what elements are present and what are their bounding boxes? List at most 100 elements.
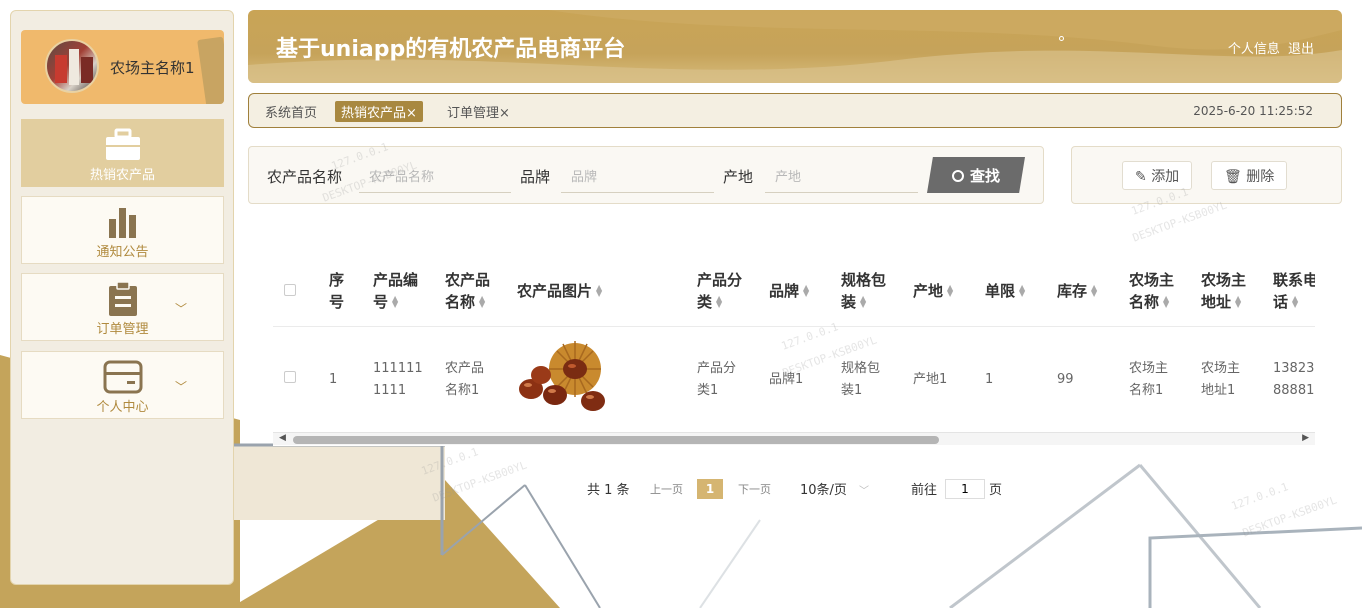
sort-icon[interactable]: ▲ ▼ (1292, 295, 1298, 309)
cell-image (517, 326, 697, 435)
bar-chart-icon (108, 208, 136, 238)
action-panel: ✎ 添加 🗑 删除 (1071, 146, 1342, 204)
sort-icon[interactable]: ▲ ▼ (596, 284, 602, 298)
delete-button[interactable]: 🗑 删除 (1211, 161, 1288, 190)
horizontal-scrollbar[interactable]: ◀ ▶ (273, 432, 1315, 445)
tab-hot-products[interactable]: 热销农产品× (335, 101, 423, 122)
products-table: 序号 产品编号 ▲ ▼ 农产品 名称 ▲ ▼ 农产品图片 ▲ ▼ 产品分类 ▲ ▼ 品牌 ▲ ▼ 规格… (273, 256, 1315, 446)
sort-icon[interactable]: ▲ ▼ (716, 295, 722, 309)
sort-icon[interactable]: ▲ ▼ (1019, 284, 1025, 298)
cell-phone: 13823 88881 (1273, 326, 1315, 435)
tab-orders[interactable]: 订单管理× (447, 102, 510, 121)
sidebar-item-label: 个人中心 (96, 400, 149, 415)
col-index: 序号 (329, 256, 373, 327)
sidebar-item-label: 通知公告 (96, 245, 149, 260)
sort-icon[interactable]: ▲ ▼ (947, 284, 953, 298)
next-page-button[interactable]: 下一页 (738, 481, 771, 497)
sort-icon[interactable]: ▲ ▼ (1163, 295, 1169, 309)
scroll-left-icon[interactable]: ◀ (279, 433, 286, 443)
sort-icon[interactable]: ▲ ▼ (1091, 284, 1097, 298)
select-all-checkbox[interactable] (284, 283, 296, 296)
col-phone[interactable]: 联系电话 ▲ ▼ (1273, 256, 1315, 327)
col-limit[interactable]: 单限 ▲ ▼ (985, 256, 1057, 327)
tab-home[interactable]: 系统首页 (265, 102, 317, 121)
cell-name: 农产品 名称1 (445, 326, 517, 435)
header-dot (1059, 36, 1064, 41)
clipboard-icon (108, 282, 137, 316)
cell-farmer-address: 农场主 地址1 (1201, 326, 1273, 435)
cell-limit: 1 (985, 326, 1057, 435)
sidebar-item-announcements[interactable]: 通知公告 (21, 196, 224, 264)
sidebar: 农场主名称1 热销农产品 通知公告 订单管理 ﹀ 个人中心 ﹀ (10, 10, 234, 585)
logout-link[interactable]: 退出 (1288, 42, 1314, 57)
select-all-cell (273, 256, 329, 327)
col-farmer-address[interactable]: 农场主 地址 ▲ ▼ (1201, 256, 1273, 327)
col-spec[interactable]: 规格包装 ▲ ▼ (841, 256, 913, 327)
col-stock[interactable]: 库存 ▲ ▼ (1057, 256, 1129, 327)
col-origin[interactable]: 产地 ▲ ▼ (913, 256, 985, 327)
chevron-down-icon: ﹀ (174, 380, 187, 394)
sidebar-item-label: 热销农产品 (89, 168, 155, 183)
page-size-value: 10条/页 (800, 483, 847, 498)
sort-icon[interactable]: ▲ ▼ (803, 284, 809, 298)
search-button[interactable]: 查找 (927, 157, 1025, 193)
chevron-down-icon: ﹀ (174, 302, 187, 316)
sort-icon[interactable]: ▲ ▼ (479, 295, 485, 309)
pagination-total: 共 1 条 (587, 483, 630, 498)
delete-button-label: 删除 (1246, 168, 1275, 185)
close-icon[interactable]: × (406, 106, 417, 121)
card-icon (103, 360, 142, 394)
col-farmer-name[interactable]: 农场主 名称 ▲ ▼ (1129, 256, 1201, 327)
prev-page-button[interactable]: 上一页 (650, 481, 683, 497)
user-name: 农场主名称1 (110, 59, 195, 77)
briefcase-icon (105, 128, 140, 160)
user-card: 农场主名称1 (21, 30, 224, 104)
sort-icon[interactable]: ▲ ▼ (860, 295, 866, 309)
scrollbar-thumb[interactable] (293, 436, 939, 444)
header: 基于uniapp的有机农产品电商平台 个人信息 退出 (248, 10, 1342, 83)
cell-origin: 产地1 (913, 326, 985, 435)
goto-page-input[interactable] (945, 479, 985, 499)
sort-icon[interactable]: ▲ ▼ (1235, 295, 1241, 309)
col-category[interactable]: 产品分类 ▲ ▼ (697, 256, 769, 327)
search-icon (951, 169, 964, 182)
brand-label: 品牌 (520, 168, 551, 186)
header-links: 个人信息 退出 (1224, 38, 1314, 57)
cell-category: 产品分 类1 (697, 326, 769, 435)
origin-input[interactable] (765, 163, 918, 193)
goto-label: 前往 (911, 483, 938, 498)
product-image[interactable] (517, 339, 607, 413)
col-image[interactable]: 农产品图片 ▲ ▼ (517, 256, 697, 327)
origin-label: 产地 (723, 168, 754, 186)
row-select-cell (273, 326, 329, 435)
sidebar-item-hot-products[interactable]: 热销农产品 (21, 119, 224, 187)
sidebar-item-orders[interactable]: 订单管理 ﹀ (21, 273, 224, 341)
table-header-row: 序号 产品编号 ▲ ▼ 农产品 名称 ▲ ▼ 农产品图片 ▲ ▼ 产品分类 ▲ ▼ 品牌 ▲ ▼ 规格… (273, 256, 1315, 327)
col-name[interactable]: 农产品 名称 ▲ ▼ (445, 256, 517, 327)
page-1-button[interactable]: 1 (697, 479, 723, 499)
sort-icon[interactable]: ▲ ▼ (392, 295, 398, 309)
edit-icon: ✎ (1135, 168, 1152, 185)
cell-farmer-name: 农场主 名称1 (1129, 326, 1201, 435)
trash-icon: 🗑 (1224, 168, 1247, 185)
chevron-down-icon: ﹀ (858, 486, 869, 497)
product-name-label: 农产品名称 (267, 168, 343, 186)
user-card-decoration (197, 36, 224, 104)
scroll-right-icon[interactable]: ▶ (1302, 433, 1309, 443)
page-size-select[interactable]: 10条/页 ﹀ (800, 479, 869, 498)
page-title: 基于uniapp的有机农产品电商平台 (276, 37, 626, 62)
page-unit-label: 页 (989, 483, 1003, 498)
tabs-bar: 系统首页 热销农产品× 订单管理× 2025-6-20 11:25:52 (248, 93, 1342, 128)
cell-index: 1 (329, 326, 373, 435)
col-code[interactable]: 产品编号 ▲ ▼ (373, 256, 445, 327)
profile-link[interactable]: 个人信息 (1228, 42, 1280, 57)
brand-input[interactable] (561, 163, 714, 193)
sidebar-item-profile[interactable]: 个人中心 ﹀ (21, 351, 224, 419)
col-brand[interactable]: 品牌 ▲ ▼ (769, 256, 841, 327)
sidebar-item-label: 订单管理 (96, 322, 149, 337)
cell-code: 111111 1111 (373, 326, 445, 435)
close-icon[interactable]: × (499, 106, 510, 121)
datetime: 2025-6-20 11:25:52 (1193, 104, 1313, 118)
row-checkbox[interactable] (284, 371, 296, 383)
avatar[interactable] (45, 39, 99, 93)
